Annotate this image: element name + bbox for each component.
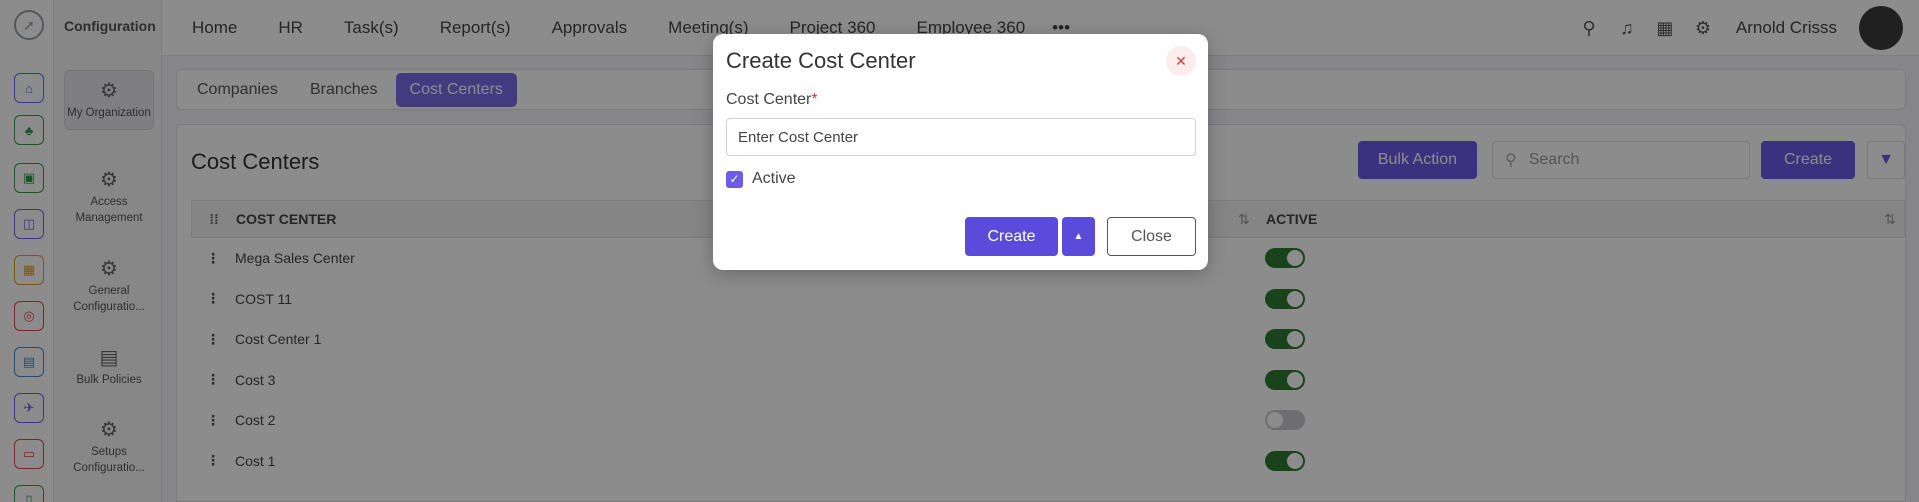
caret-up-icon[interactable]: ▲ [1062,217,1095,256]
close-icon[interactable]: ✕ [1166,46,1196,76]
active-checkbox-row[interactable]: ✓ Active [726,170,796,188]
cost-center-field-label: Cost Center* [726,91,818,109]
dialog-create-button[interactable]: Create [965,217,1058,256]
required-mark: * [811,91,818,108]
active-checkbox[interactable]: ✓ [726,170,743,188]
cost-center-input[interactable] [726,118,1196,156]
dialog-close-button[interactable]: Close [1107,217,1196,256]
dialog-title: Create Cost Center [726,48,916,73]
create-cost-center-dialog: Create Cost Center ✕ Cost Center* ✓ Acti… [713,34,1208,270]
active-checkbox-label: Active [752,170,796,187]
field-label-text: Cost Center [726,91,812,108]
